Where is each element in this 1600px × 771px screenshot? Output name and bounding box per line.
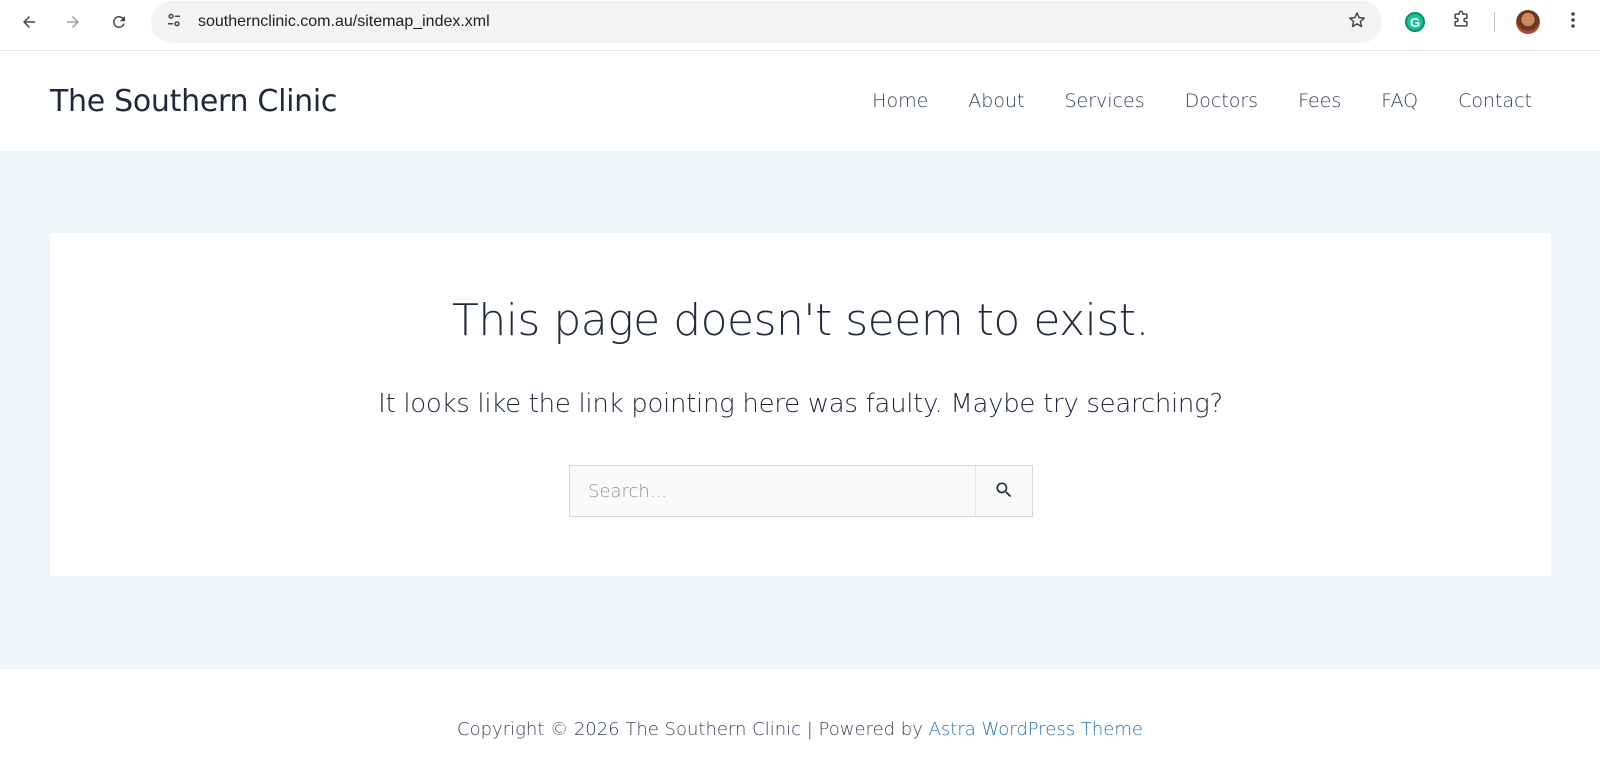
primary-navigation: Home About Services Doctors Fees FAQ Con… [852,51,1600,152]
browser-toolbar: southernclinic.com.au/sitemap_index.xml … [0,0,1600,44]
url-text[interactable]: southernclinic.com.au/sitemap_index.xml [198,1,490,43]
avatar [1516,10,1540,34]
grammarly-icon: G [1405,12,1425,32]
error-message: It looks like the link pointing here was… [378,389,1223,419]
search-input[interactable] [570,466,975,516]
nav-link-about[interactable]: About [948,51,1044,152]
copyright-text: Copyright © 2026 The Southern Clinic | P… [457,719,929,740]
nav-link-home[interactable]: Home [852,51,948,152]
nav-link-services[interactable]: Services [1044,51,1164,152]
site-title[interactable]: The Southern Clinic [50,51,337,152]
nav-link-fees[interactable]: Fees [1278,51,1361,152]
tune-icon [165,11,183,34]
search-submit-button[interactable] [975,466,1032,516]
extensions-button[interactable] [1446,7,1476,37]
chrome-menu-button[interactable] [1558,7,1588,37]
kebab-menu-icon [1570,11,1576,34]
forward-button[interactable] [58,7,88,37]
astra-theme-link[interactable]: Astra WordPress Theme [929,719,1143,740]
puzzle-icon [1451,10,1471,35]
main-content-area: This page doesn't seem to exist. It look… [0,151,1600,669]
reload-button[interactable] [104,7,134,37]
nav-link-faq[interactable]: FAQ [1361,51,1438,152]
nav-link-doctors[interactable]: Doctors [1165,51,1279,152]
arrow-right-icon [64,13,82,31]
profile-button[interactable] [1513,7,1543,37]
arrow-left-icon [20,13,38,31]
grammarly-extension-button[interactable]: G [1400,7,1430,37]
search-icon [994,480,1014,503]
site-footer: Copyright © 2026 The Southern Clinic | P… [0,669,1600,771]
page-title: This page doesn't seem to exist. [451,295,1150,346]
toolbar-divider [1494,12,1495,32]
nav-link-contact[interactable]: Contact [1438,51,1600,152]
back-button[interactable] [14,7,44,37]
address-bar[interactable]: southernclinic.com.au/sitemap_index.xml [151,1,1382,43]
search-form [569,465,1033,517]
footer-copyright: Copyright © 2026 The Southern Clinic | P… [0,719,1600,740]
star-icon [1347,10,1367,35]
site-header: The Southern Clinic Home About Services … [0,50,1600,151]
site-info-button[interactable] [159,7,189,37]
bookmark-button[interactable] [1342,7,1372,37]
reload-icon [110,13,128,31]
error-404-card: This page doesn't seem to exist. It look… [50,233,1551,576]
